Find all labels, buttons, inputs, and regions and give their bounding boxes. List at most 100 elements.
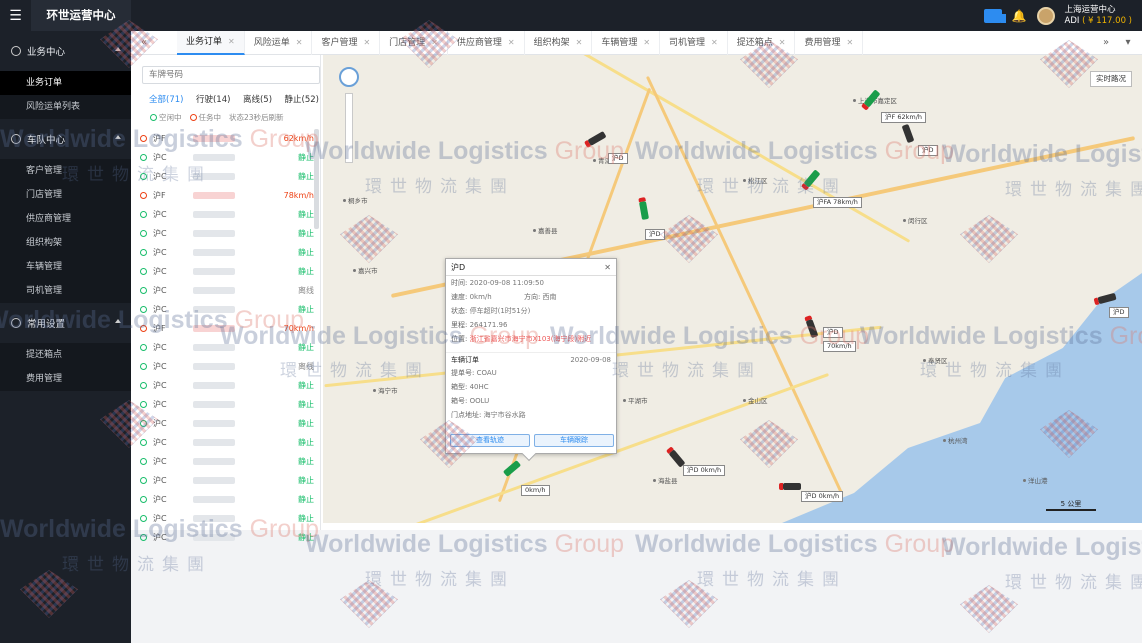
vehicle-list-item[interactable]: 沪C 静止 [140,414,314,433]
close-icon[interactable]: ✕ [846,31,853,55]
vehicle-marker[interactable] [638,201,650,220]
truck-icon[interactable] [983,9,1006,23]
vehicle-marker[interactable] [587,130,607,147]
sidebar-item-business-orders[interactable]: 业务订单 [0,71,131,95]
vehicle-plate: 沪C [153,305,167,314]
tab-customers[interactable]: 客户管理 ✕ [312,31,381,55]
sidebar-item-vehicles[interactable]: 车辆管理 [0,255,131,279]
vehicle-list-item[interactable]: 沪C 静止 [140,205,314,224]
plate-mask [193,534,235,541]
vehicle-list-item[interactable]: 沪C 静止 [140,490,314,509]
vehicle-list-item[interactable]: 沪C 静止 [140,452,314,471]
vehicle-plate: 沪C [153,343,167,352]
close-icon[interactable]: ✕ [431,31,438,55]
sidebar-group-settings[interactable]: 常用设置 [0,303,131,343]
sidebar-group-business[interactable]: 业务中心 [0,31,131,71]
vehicle-plate: 沪C [153,514,167,523]
tab-vehicles[interactable]: 车辆管理 ✕ [592,31,661,55]
filter-stopped[interactable]: 静止(52) [285,93,319,105]
sidebar-submenu: 客户管理 门店管理 供应商管理 组织构架 车辆管理 司机管理 [0,159,131,303]
vehicle-list-item[interactable]: 沪C 静止 [140,528,314,547]
vehicle-list-item[interactable]: 沪F 62km/h [140,129,314,148]
popup-address: 门点地址: 海宁市谷水路 [446,408,616,422]
close-icon[interactable]: ✕ [576,31,583,55]
watermark-logo [960,585,1018,633]
tab-business-orders[interactable]: 业务订单 ✕ [177,31,245,55]
close-icon[interactable]: ✕ [604,259,611,276]
avatar[interactable] [1036,7,1055,25]
filter-all[interactable]: 全部(71) [149,93,183,105]
chevron-up-icon [115,47,121,51]
vehicle-status: 静止 [298,305,314,314]
close-icon[interactable]: ✕ [363,31,370,55]
vehicle-list-item[interactable]: 沪C 静止 [140,471,314,490]
sidebar-item-organization[interactable]: 组织构架 [0,231,131,255]
user-info[interactable]: 上海运营中心 ADI ( ¥ 117.00 ) [1065,5,1132,27]
vehicle-list-item[interactable]: 沪C 离线 [140,281,314,300]
vehicle-list-item[interactable]: 沪C 静止 [140,509,314,528]
watermark-cn: 環世物流集團 [365,570,515,590]
realtime-traffic-button[interactable]: 实时路况 [1090,71,1132,87]
double-chevron-left-icon[interactable]: « [137,31,151,55]
close-icon[interactable]: ✕ [779,31,786,55]
close-icon[interactable]: ✕ [711,31,718,55]
tab-drivers[interactable]: 司机管理 ✕ [660,31,728,55]
chevron-down-icon[interactable]: ▾ [1121,31,1135,55]
status-dot-icon [140,154,147,161]
sidebar-item-stores[interactable]: 门店管理 [0,183,131,207]
vehicle-list-item[interactable]: 沪C 静止 [140,262,314,281]
vehicle-list-item[interactable]: 沪C 静止 [140,148,314,167]
plate-mask [193,363,235,370]
sidebar-item-fees[interactable]: 费用管理 [0,367,131,391]
map-pan-control[interactable] [339,67,359,87]
vehicle-list-item[interactable]: 沪C 静止 [140,224,314,243]
close-icon[interactable]: ✕ [228,30,235,54]
tab-stores[interactable]: 门店管理 ✕ [380,31,448,55]
menu-icon[interactable]: ☰ [0,0,31,31]
vehicle-marker[interactable] [901,123,915,144]
sidebar-item-drivers[interactable]: 司机管理 [0,279,131,303]
filter-offline[interactable]: 离线(5) [243,93,272,105]
vehicle-list-item[interactable]: 沪C 静止 [140,300,314,319]
tab-fees[interactable]: 费用管理 ✕ [795,31,864,55]
vehicle-list-item[interactable]: 沪C 静止 [140,433,314,452]
sidebar-item-customers[interactable]: 客户管理 [0,159,131,183]
plate-search-input[interactable] [142,66,320,84]
vehicle-plate: 沪C [153,362,167,371]
label-speed: 78km/h [833,198,858,206]
scrollbar[interactable] [314,129,319,229]
bell-icon[interactable]: 🔔 [1012,9,1027,23]
vehicle-list-item[interactable]: 沪F 78km/h [140,186,314,205]
tab-risk-orders[interactable]: 风险运单 ✕ [245,31,313,55]
close-icon[interactable]: ✕ [643,31,650,55]
map[interactable]: 上海市嘉定区 松江区 青浦区 闵行区 金山区 奉贤区 平湖市 嘉善县 嘉兴市 海… [323,55,1142,523]
vehicle-list-item[interactable]: 沪C 静止 [140,338,314,357]
vehicle-marker[interactable] [502,460,522,477]
tab-suppliers[interactable]: 供应商管理 ✕ [448,31,525,55]
vehicle-list-item[interactable]: 沪C 静止 [140,167,314,186]
vehicle-list-item[interactable]: 沪C 静止 [140,243,314,262]
status-dot-icon [140,515,147,522]
view-track-button[interactable]: 查看轨迹 [450,434,530,447]
close-icon[interactable]: ✕ [296,31,303,55]
sidebar-item-suppliers[interactable]: 供应商管理 [0,207,131,231]
vehicle-list-item[interactable]: 沪C 静止 [140,395,314,414]
map-zoom-slider[interactable] [345,93,353,163]
sidebar-submenu: 提还箱点 费用管理 [0,343,131,391]
sidebar-item-risk-orders[interactable]: 风险运单列表 [0,95,131,119]
tab-organization[interactable]: 组织构架 ✕ [525,31,593,55]
close-icon[interactable]: ✕ [508,31,515,55]
plate-mask [193,458,235,465]
tab-container-points[interactable]: 提还箱点 ✕ [728,31,796,55]
vehicle-list-item[interactable]: 沪C 静止 [140,376,314,395]
vehicle-marker[interactable] [779,483,801,490]
legend-busy: 任务中 [198,113,222,122]
sidebar-item-container-points[interactable]: 提还箱点 [0,343,131,367]
vehicle-list-item[interactable]: 沪F 70km/h [140,319,314,338]
filter-driving[interactable]: 行驶(14) [196,93,230,105]
sidebar-group-fleet[interactable]: 车队中心 [0,119,131,159]
field-label: 时间: [451,279,468,287]
vehicle-list-item[interactable]: 沪C 离线 [140,357,314,376]
follow-vehicle-button[interactable]: 车辆跟踪 [534,434,614,447]
double-chevron-right-icon[interactable]: » [1099,31,1113,55]
